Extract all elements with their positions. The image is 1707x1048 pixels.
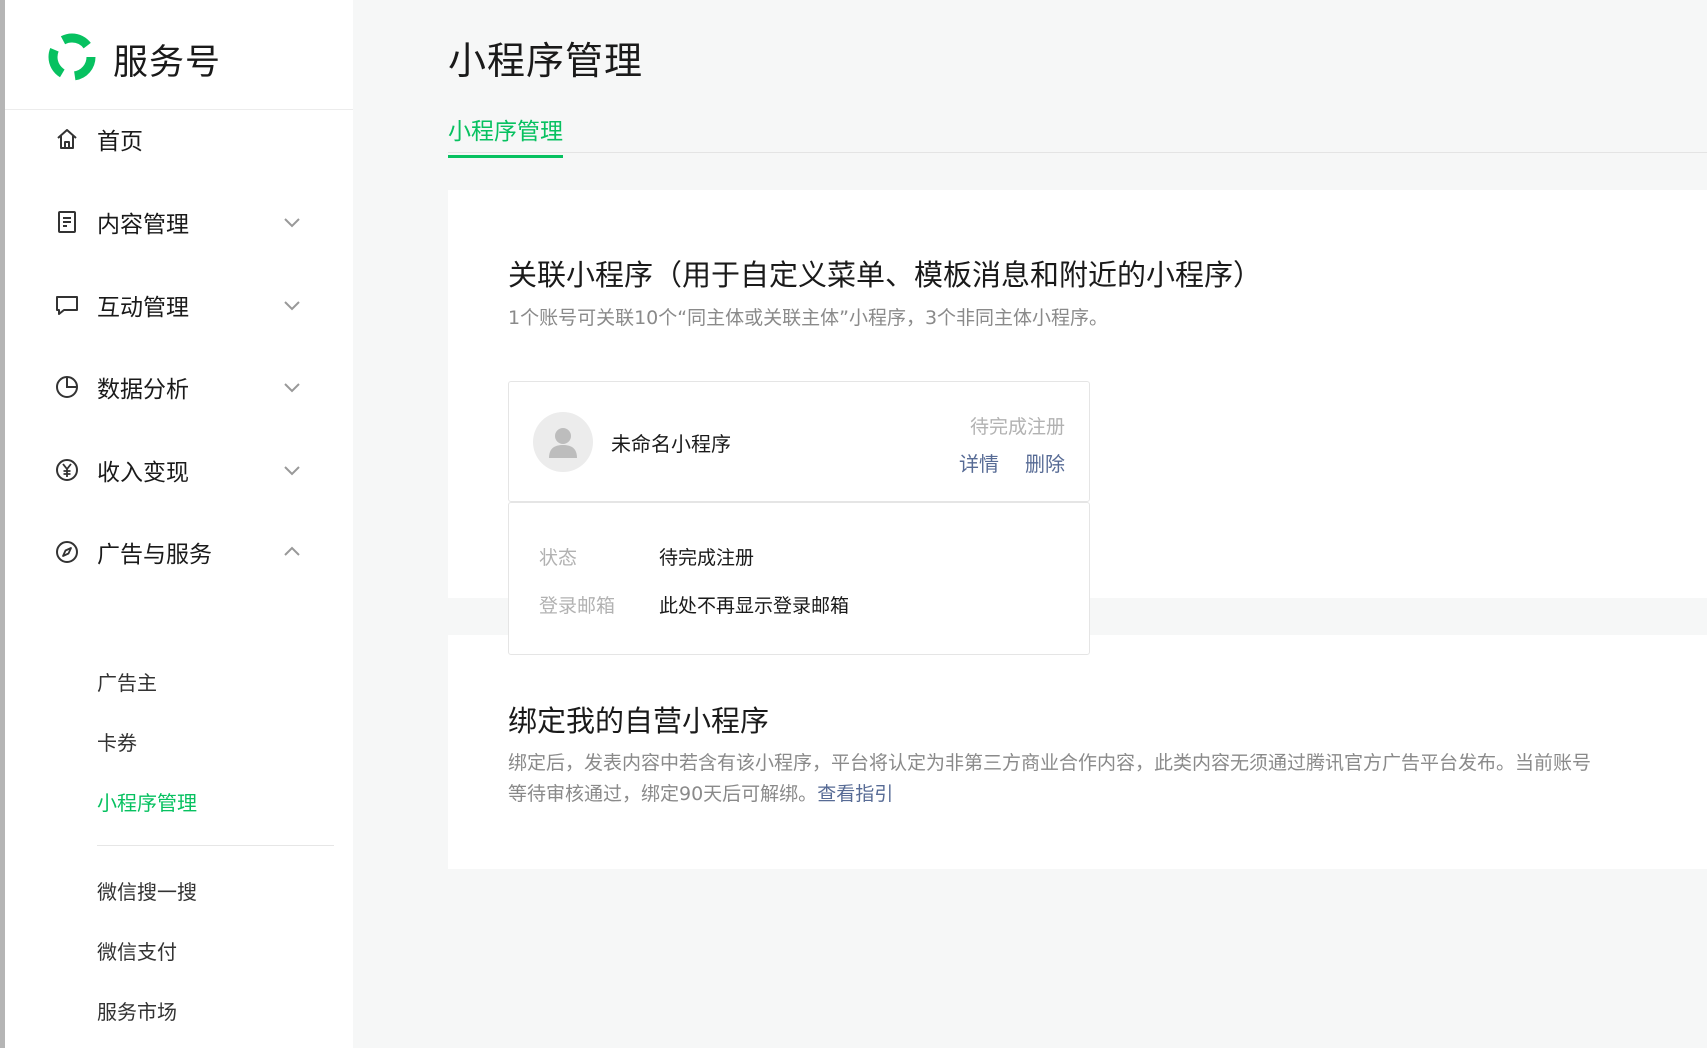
page-title: 小程序管理: [448, 39, 644, 83]
avatar: [533, 412, 593, 472]
bind-section-desc-line2: 等待审核通过，绑定90天后可解绑。查看指引: [508, 779, 893, 810]
chevron-down-icon: [284, 383, 300, 393]
sidebar-item-label: 收入变现: [97, 460, 189, 486]
document-icon: [58, 211, 76, 233]
sidebar-item-label: 数据分析: [97, 377, 189, 403]
miniprogram-entry: 未命名小程序 待完成注册 详情 删除: [508, 381, 1090, 502]
brand-name: 服务号: [113, 43, 222, 83]
sidebar-divider: [97, 845, 334, 846]
sidebar-item-label: 首页: [97, 129, 143, 155]
chevron-down-icon: [284, 218, 300, 228]
linked-section-title: 关联小程序（用于自定义菜单、模板消息和附近的小程序）: [508, 258, 1263, 292]
sidebar-item-label: 互动管理: [97, 295, 189, 321]
chevron-up-icon: [284, 546, 300, 556]
sidebar-item-ads-services[interactable]: 广告与服务: [5, 522, 353, 582]
miniprogram-name: 未命名小程序: [611, 432, 731, 456]
home-icon: [57, 129, 77, 149]
chevron-down-icon: [284, 301, 300, 311]
brand: 服务号: [5, 0, 353, 110]
sidebar-subitem-advertiser[interactable]: 广告主: [97, 667, 157, 696]
bind-section-title: 绑定我的自营小程序: [508, 704, 770, 738]
compass-icon: [56, 541, 78, 563]
sidebar-subitem-miniprogram[interactable]: 小程序管理: [97, 787, 197, 816]
sidebar-item-monetization[interactable]: 收入变现: [5, 440, 353, 500]
sidebar: 服务号 首页 内容管理 互动管理 数据分析 收入变现 广告与服务 广告主 卡券 …: [5, 0, 353, 1048]
view-guide-link[interactable]: 查看指引: [817, 783, 893, 805]
bind-desc-text: 等待审核通过，绑定90天后可解绑。: [508, 783, 818, 805]
yen-icon: [56, 459, 78, 481]
sidebar-subitem-wechat-search[interactable]: 微信搜一搜: [97, 876, 197, 905]
sidebar-item-content[interactable]: 内容管理: [5, 192, 353, 252]
tab-miniprogram-management[interactable]: 小程序管理: [448, 112, 563, 158]
chevron-down-icon: [284, 466, 300, 476]
sidebar-subitem-coupons[interactable]: 卡券: [97, 727, 137, 756]
service-account-logo-icon: [48, 33, 96, 81]
details-link[interactable]: 详情: [959, 448, 999, 477]
miniprogram-detail-panel: 状态 待完成注册 登录邮箱 此处不再显示登录邮箱: [508, 502, 1090, 655]
miniprogram-status: 待完成注册: [969, 416, 1065, 438]
login-email-value: 此处不再显示登录邮箱: [659, 595, 850, 617]
sidebar-item-interaction[interactable]: 互动管理: [5, 275, 353, 335]
sidebar-item-home[interactable]: 首页: [5, 109, 353, 169]
sidebar-item-analytics[interactable]: 数据分析: [5, 357, 353, 417]
delete-link[interactable]: 删除: [1025, 448, 1065, 477]
chat-icon: [56, 296, 78, 315]
pie-chart-icon: [56, 376, 78, 398]
sidebar-item-label: 广告与服务: [97, 542, 212, 568]
status-label: 状态: [539, 547, 578, 569]
linked-section-desc: 1个账号可关联10个“同主体或关联主体”小程序，3个非同主体小程序。: [508, 307, 1109, 329]
user-placeholder-icon: [549, 428, 577, 458]
login-email-label: 登录邮箱: [539, 595, 616, 617]
tab-bar-divider: [448, 152, 1707, 153]
bind-section-desc-line1: 绑定后，发表内容中若含有该小程序，平台将认定为非第三方商业合作内容，此类内容无须…: [508, 752, 1592, 774]
status-value: 待完成注册: [659, 547, 755, 569]
sidebar-subitem-wechat-pay[interactable]: 微信支付: [97, 936, 177, 965]
sidebar-item-label: 内容管理: [97, 212, 189, 238]
sidebar-subitem-service-market[interactable]: 服务市场: [97, 996, 177, 1025]
